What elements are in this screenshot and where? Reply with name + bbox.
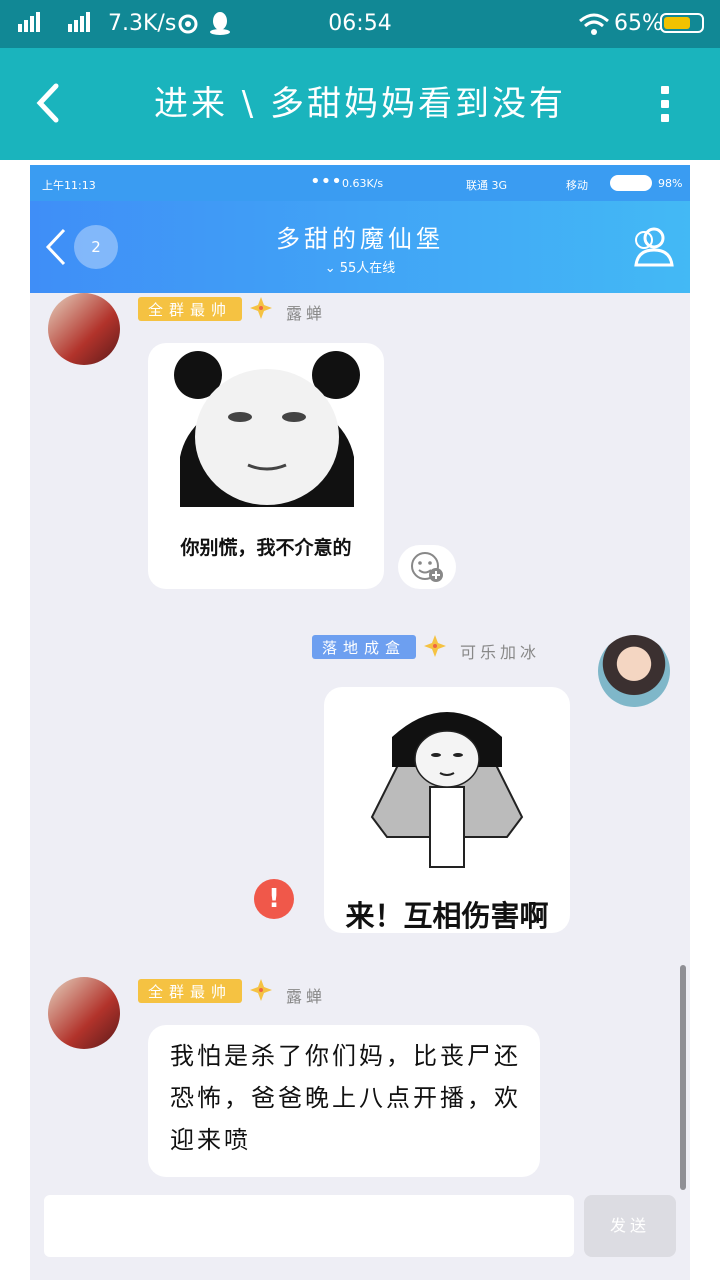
member-title-badge: 全群最帅 bbox=[138, 979, 243, 1003]
title-bar: 进来 \ 多甜妈妈看到没有 bbox=[0, 48, 720, 160]
avatar-sender-1[interactable] bbox=[48, 293, 120, 365]
send-failed-icon[interactable]: ! bbox=[254, 879, 294, 919]
more-menu-icon[interactable] bbox=[655, 86, 675, 126]
self-nick: 可乐加冰 bbox=[460, 643, 541, 662]
star-diamond-icon bbox=[250, 297, 272, 319]
scrollbar[interactable] bbox=[680, 965, 686, 1190]
page-title: 进来 \ 多甜妈妈看到没有 bbox=[153, 84, 567, 124]
panda-sticker bbox=[174, 351, 360, 507]
inner-carrier-1: 联通 3G bbox=[466, 179, 508, 192]
add-reaction-button[interactable] bbox=[398, 545, 456, 589]
inner-battery-icon bbox=[610, 175, 652, 191]
mushroom-head-sticker bbox=[370, 712, 524, 868]
inner-status-bar: 上午11:13 ••• 0.63K/s 联通 3G 移动 98% bbox=[30, 165, 690, 201]
group-name: 多甜的魔仙堡 bbox=[276, 225, 444, 253]
sticker-caption: 来！互相伤害啊 bbox=[345, 899, 549, 933]
star-diamond-icon bbox=[250, 979, 272, 1001]
clock: 06:54 bbox=[328, 11, 392, 36]
inner-carrier-2: 移动 bbox=[566, 179, 588, 192]
battery-icon bbox=[660, 13, 704, 33]
inner-clock: 上午11:13 bbox=[42, 179, 96, 192]
emoji-add-icon bbox=[411, 552, 443, 582]
send-button[interactable]: 发送 bbox=[584, 1195, 676, 1257]
back-arrow-icon[interactable] bbox=[30, 78, 70, 128]
wifi-icon bbox=[579, 13, 609, 35]
sender-nick: 露蝉 bbox=[286, 304, 327, 323]
sender-nick: 露蝉 bbox=[286, 987, 327, 1006]
sticker-bubble-1[interactable]: 你别慌，我不介意的 bbox=[148, 343, 384, 589]
chevron-down-icon: ⌄ bbox=[324, 261, 336, 276]
online-count: ⌄ 55人在线 bbox=[30, 257, 690, 276]
member-title-badge-self: 落地成盒 bbox=[312, 635, 417, 659]
text-bubble[interactable]: 我怕是杀了你们妈，比丧尸还恐怖，爸爸晚上八点开播，欢迎来喷 bbox=[148, 1025, 540, 1177]
inner-speed: 0.63K/s bbox=[342, 177, 384, 190]
avatar-sender-3[interactable] bbox=[48, 977, 120, 1049]
avatar-self[interactable] bbox=[598, 635, 670, 707]
star-diamond-icon bbox=[424, 635, 446, 657]
members-icon[interactable] bbox=[628, 225, 674, 269]
chat-screenshot: 上午11:13 ••• 0.63K/s 联通 3G 移动 98% 2 多甜的魔仙… bbox=[30, 165, 690, 1280]
online-count-label: 55人在线 bbox=[339, 261, 396, 276]
sticker-caption: 你别慌，我不介意的 bbox=[180, 537, 352, 559]
chat-header: 2 多甜的魔仙堡 ⌄ 55人在线 bbox=[30, 201, 690, 293]
message-text: 我怕是杀了你们妈，比丧尸还恐怖，爸爸晚上八点开播，欢迎来喷 bbox=[170, 1042, 521, 1154]
inner-battery-percent: 98% bbox=[658, 177, 683, 190]
status-bar: 7.3K/s 06:54 65% bbox=[0, 0, 720, 48]
inner-dots-icon: ••• bbox=[310, 171, 342, 192]
member-title-badge: 全群最帅 bbox=[138, 297, 243, 321]
message-input[interactable] bbox=[44, 1195, 574, 1257]
battery-percent: 65% bbox=[614, 11, 663, 36]
sticker-bubble-2[interactable]: 来！互相伤害啊 bbox=[324, 687, 570, 933]
